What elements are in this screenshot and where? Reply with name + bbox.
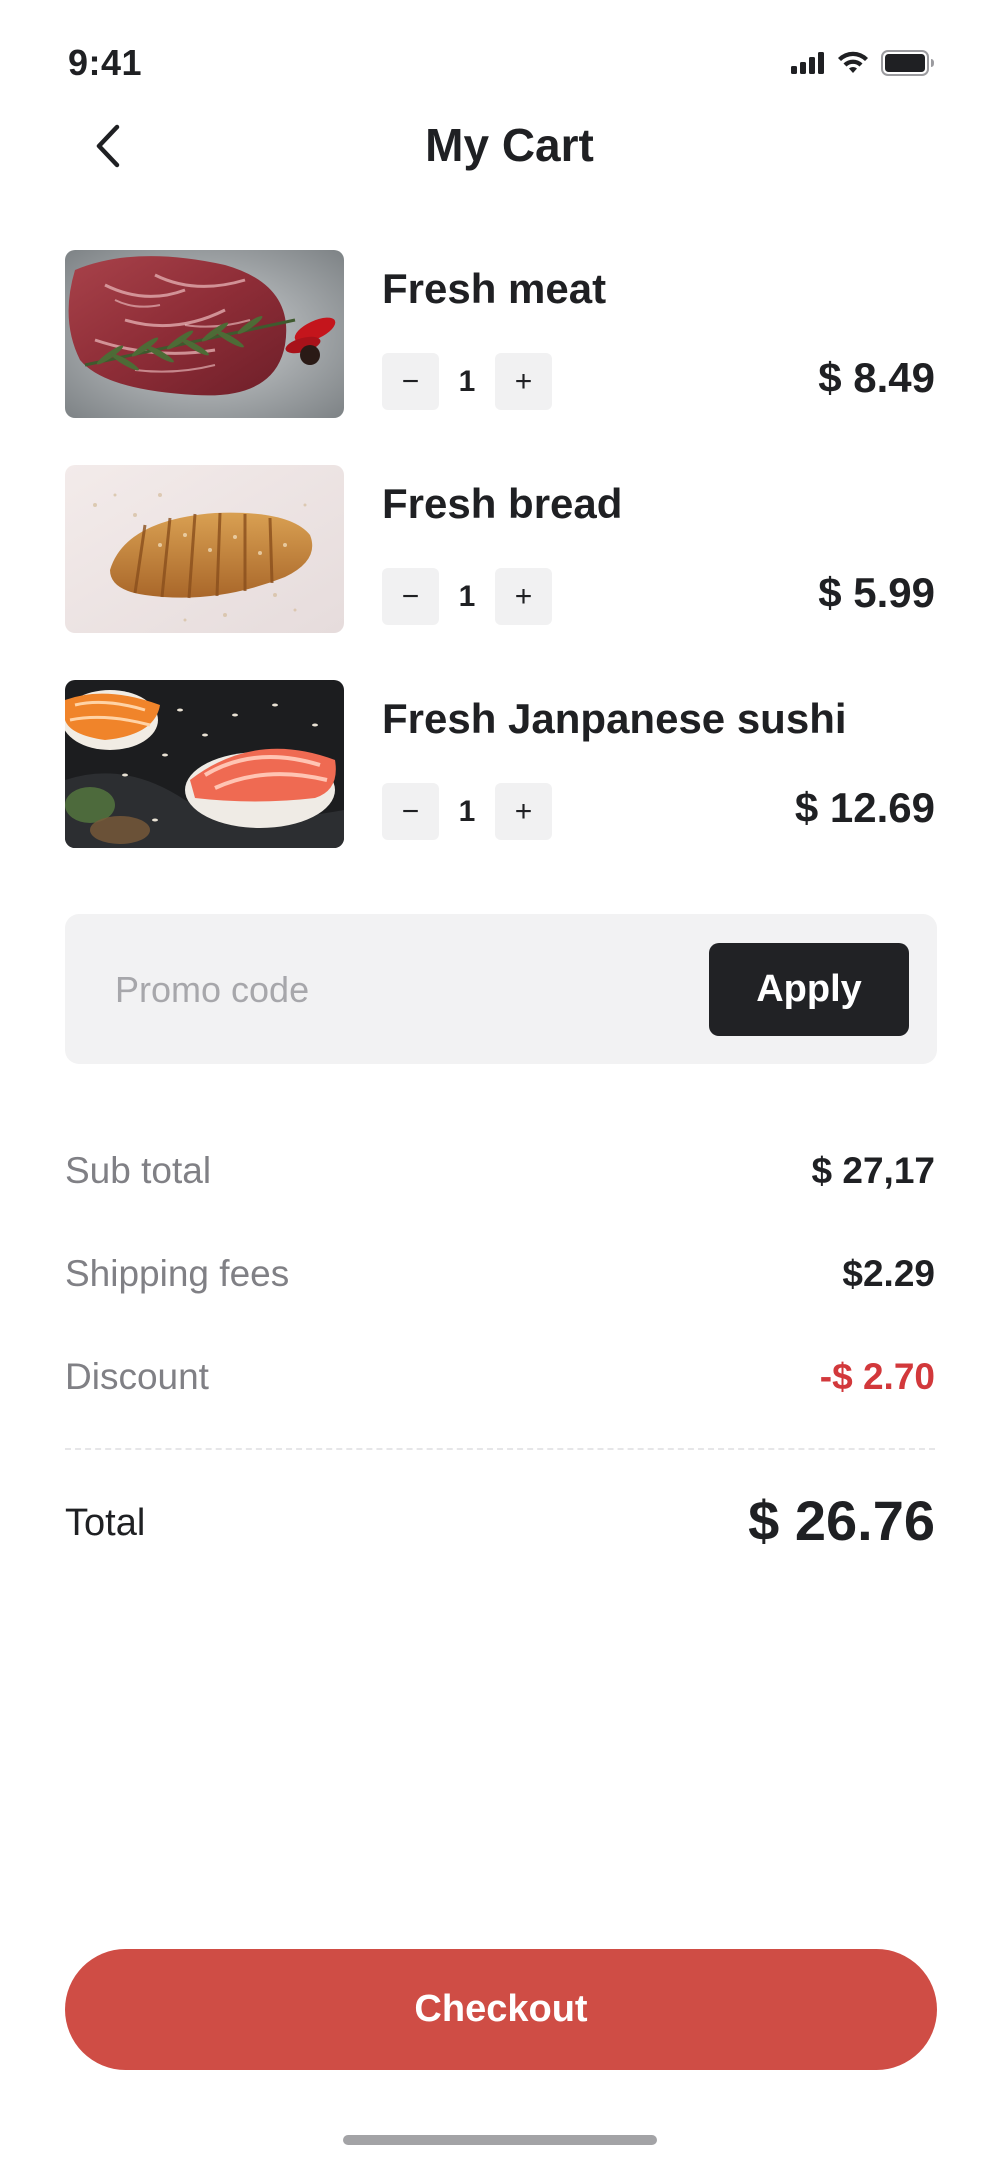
promo-code-box: Apply	[65, 914, 937, 1064]
quantity-value: 1	[458, 579, 476, 613]
increment-button[interactable]: +	[495, 353, 552, 410]
quantity-stepper: − 1 +	[382, 353, 552, 410]
summary-divider	[65, 1448, 935, 1450]
cart-item: Fresh bread − 1 + $ 5.99	[65, 465, 935, 633]
total-row: Total $ 26.76	[65, 1489, 935, 1560]
total-value: $ 26.76	[748, 1489, 935, 1552]
cellular-signal-icon	[791, 52, 825, 79]
subtotal-label: Sub total	[65, 1150, 212, 1191]
quantity-stepper: − 1 +	[382, 568, 552, 625]
decrement-button[interactable]: −	[382, 783, 439, 840]
shipping-value: $2.29	[842, 1253, 935, 1294]
item-name: Fresh meat	[382, 265, 607, 312]
status-time: 9:41	[68, 42, 143, 83]
home-indicator[interactable]	[343, 2135, 657, 2145]
item-price: $ 5.99	[818, 569, 935, 616]
page-title: My Cart	[425, 119, 594, 171]
decrement-button[interactable]: −	[382, 568, 439, 625]
salmon-sushi-photo[interactable]	[65, 680, 344, 848]
cart-item: Fresh meat − 1 + $ 8.49	[65, 250, 935, 418]
header: My Cart	[0, 110, 1001, 190]
promo-code-input[interactable]	[113, 959, 637, 1021]
checkout-button[interactable]: Checkout	[65, 1949, 937, 2070]
quantity-value: 1	[458, 364, 476, 398]
apply-button[interactable]: Apply	[709, 943, 909, 1036]
discount-label: Discount	[65, 1356, 209, 1397]
order-summary: Sub total $ 27,17 Shipping fees $2.29 Di…	[65, 1140, 935, 1449]
steak-with-rosemary-photo[interactable]	[65, 250, 344, 418]
battery-icon	[881, 50, 935, 81]
subtotal-row: Sub total $ 27,17	[65, 1140, 935, 1243]
shipping-label: Shipping fees	[65, 1253, 290, 1294]
discount-row: Discount -$ 2.70	[65, 1346, 935, 1449]
wifi-icon	[837, 51, 869, 80]
status-bar: 9:41	[0, 0, 1001, 120]
shipping-row: Shipping fees $2.29	[65, 1243, 935, 1346]
increment-button[interactable]: +	[495, 568, 552, 625]
quantity-value: 1	[458, 794, 476, 828]
decrement-button[interactable]: −	[382, 353, 439, 410]
cart-list: Fresh meat − 1 + $ 8.49 Fresh bread − 1 …	[65, 250, 935, 895]
item-name: Fresh Janpanese sushi	[382, 695, 847, 742]
sliced-bread-loaf-photo[interactable]	[65, 465, 344, 633]
status-icons	[791, 50, 935, 81]
item-name: Fresh bread	[382, 480, 623, 527]
item-price: $ 12.69	[794, 784, 935, 831]
increment-button[interactable]: +	[495, 783, 552, 840]
item-price: $ 8.49	[818, 354, 935, 401]
cart-item: Fresh Janpanese sushi − 1 + $ 12.69	[65, 680, 935, 848]
subtotal-value: $ 27,17	[811, 1150, 935, 1191]
quantity-stepper: − 1 +	[382, 783, 552, 840]
discount-value: -$ 2.70	[819, 1356, 935, 1397]
total-label: Total	[65, 1502, 146, 1544]
